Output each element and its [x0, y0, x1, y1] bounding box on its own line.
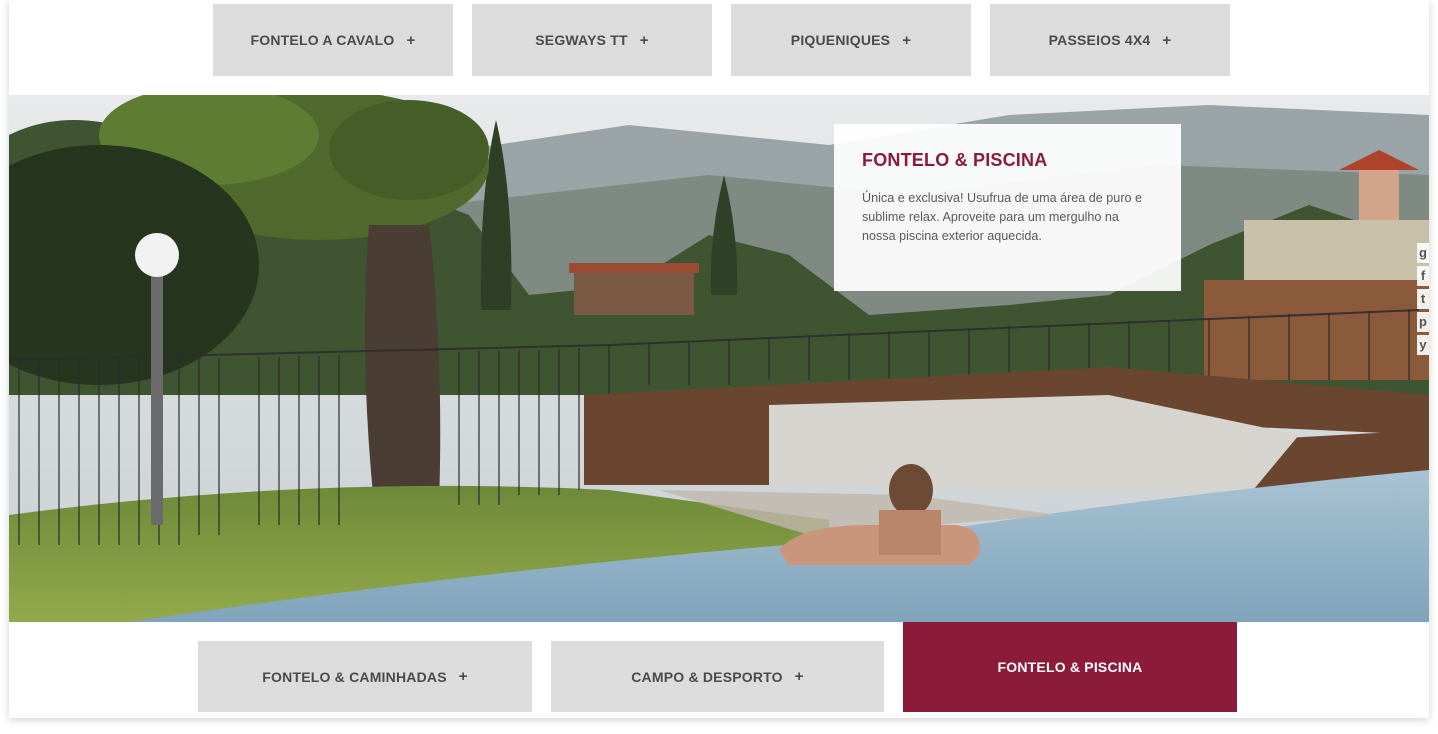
- tab-label: FONTELO A CAVALO: [250, 32, 395, 48]
- pinterest-icon[interactable]: p: [1417, 312, 1429, 332]
- tab-segways-tt[interactable]: SEGWAYS TT +: [472, 4, 712, 76]
- info-box: FONTELO & PISCINA Única e exclusiva! Usu…: [834, 124, 1181, 291]
- plus-icon: +: [458, 668, 468, 685]
- tab-label: CAMPO & DESPORTO: [631, 668, 783, 685]
- plus-icon: +: [406, 31, 416, 49]
- tab-label: PIQUENIQUES: [790, 32, 891, 48]
- youtube-icon[interactable]: y: [1417, 335, 1429, 355]
- social-icons-strip: g f t p y: [1417, 243, 1429, 355]
- tab-passeios-4x4[interactable]: PASSEIOS 4X4 +: [990, 4, 1230, 76]
- pool-scene-illustration: [9, 95, 1429, 622]
- google-plus-icon[interactable]: g: [1417, 243, 1429, 263]
- tab-fontelo-a-cavalo[interactable]: FONTELO A CAVALO +: [213, 4, 453, 76]
- info-description: Única e exclusiva! Usufrua de uma área d…: [862, 191, 1143, 243]
- plus-icon: +: [1162, 31, 1172, 49]
- tab-piqueniques[interactable]: PIQUENIQUES +: [731, 4, 971, 76]
- tab-label: PASSEIOS 4X4: [1048, 32, 1151, 48]
- plus-icon: +: [902, 31, 912, 49]
- tab-label: FONTELO & CAMINHADAS: [262, 668, 447, 685]
- hero-image-pool: [9, 95, 1429, 622]
- tab-fontelo-caminhadas[interactable]: FONTELO & CAMINHADAS +: [198, 641, 532, 712]
- plus-icon: +: [639, 31, 649, 49]
- tab-label: SEGWAYS TT: [535, 32, 628, 48]
- facebook-icon[interactable]: f: [1417, 266, 1429, 286]
- tab-campo-desporto[interactable]: CAMPO & DESPORTO +: [551, 641, 884, 712]
- tab-label: FONTELO & PISCINA: [997, 659, 1143, 675]
- info-title: FONTELO & PISCINA: [862, 150, 1048, 170]
- twitter-icon[interactable]: t: [1417, 289, 1429, 309]
- tab-fontelo-piscina[interactable]: FONTELO & PISCINA: [903, 622, 1237, 712]
- plus-icon: +: [794, 668, 804, 685]
